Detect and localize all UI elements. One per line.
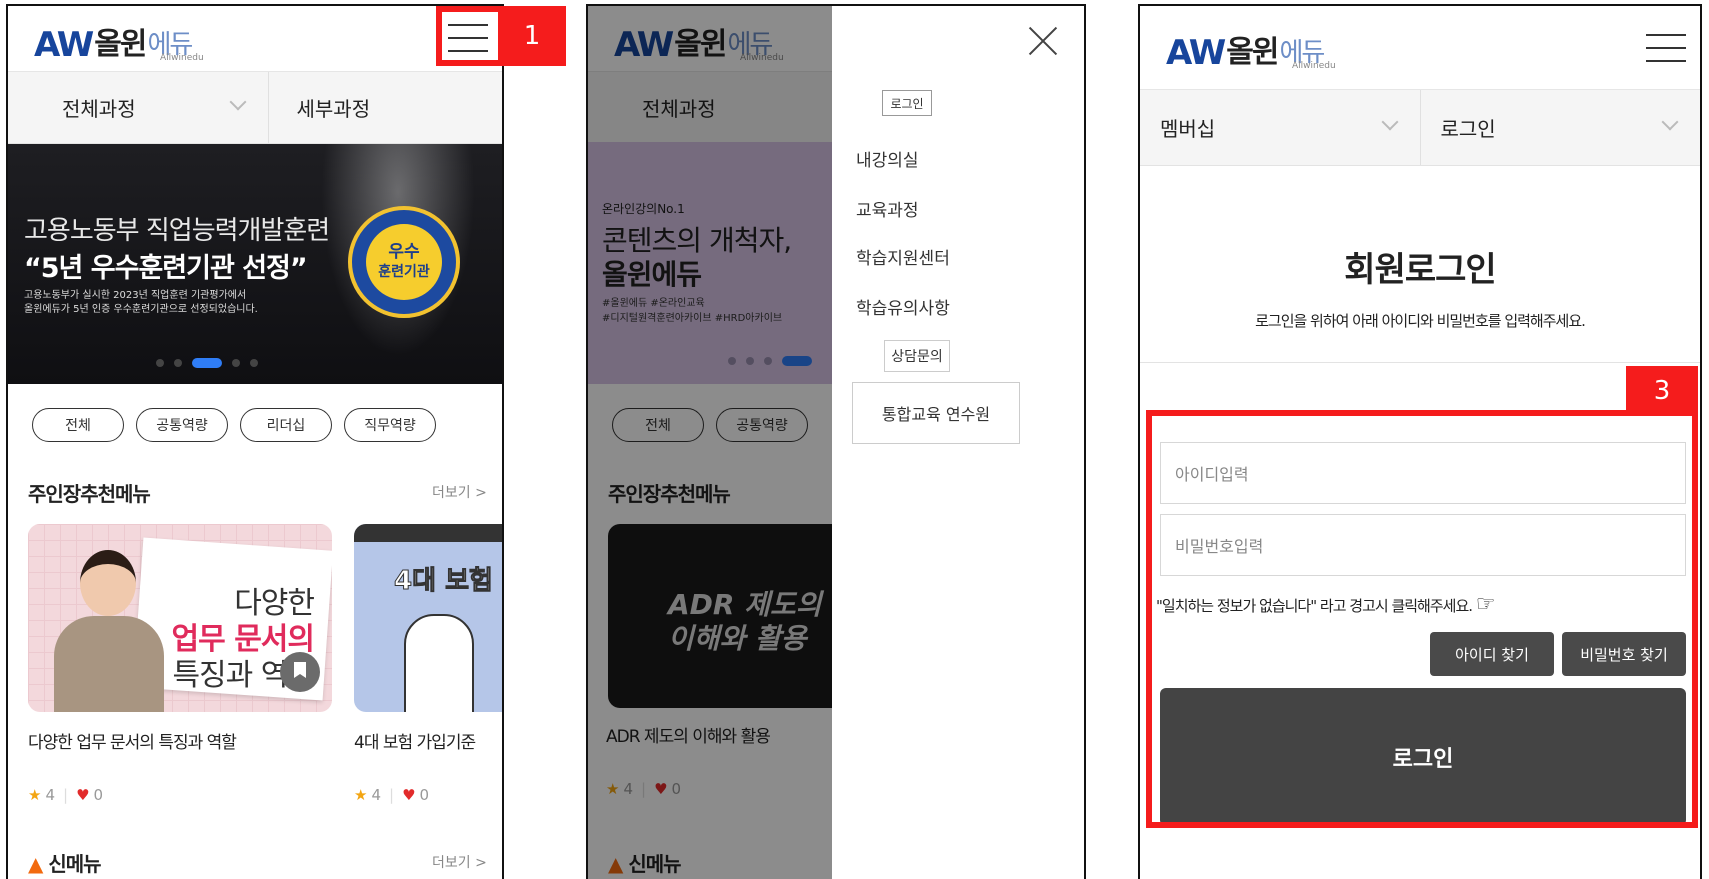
drawer-item-my-classroom[interactable]: 내강의실 <box>856 146 919 171</box>
phone-screen-menu-open: AW 올윈 에듀 Allwinedu 전체과정 온라인강의No.1 콘텐츠의 개… <box>586 4 1086 879</box>
select-detail-courses-label: 세부과정 <box>296 97 371 121</box>
heart-count: 0 <box>93 786 104 804</box>
highlight-frame-3 <box>1146 410 1698 828</box>
logo[interactable]: AW 올윈 에듀 Allwinedu <box>34 22 204 65</box>
more-link-2[interactable]: 더보기 > <box>432 852 487 872</box>
select-all-courses[interactable]: 전체과정 <box>8 72 269 143</box>
award-badge-icon: 우수 훈련기관 <box>348 206 460 318</box>
select-membership[interactable]: 멤버십 <box>1140 90 1421 165</box>
drawer-item-courses[interactable]: 교육과정 <box>856 196 919 221</box>
hamburger-menu-icon[interactable] <box>1646 34 1686 68</box>
drawer-item-support[interactable]: 학습지원센터 <box>856 244 950 269</box>
select-detail-courses[interactable]: 세부과정 <box>269 72 503 143</box>
step-marker-3: 3 <box>1626 366 1698 416</box>
star-icon: ★ <box>354 786 368 804</box>
promo-banner[interactable]: 고용노동부 직업능력개발훈련 “5년 우수훈련기관 선정” 고용노동부가 실시한… <box>8 144 502 384</box>
select-login-label: 로그인 <box>1440 117 1496 141</box>
logo-sub: Allwinedu <box>1292 61 1336 71</box>
star-count: 4 <box>371 786 381 804</box>
chevron-down-icon <box>229 93 246 111</box>
drawer-login-button[interactable]: 로그인 <box>882 90 932 116</box>
category-select-bar: 멤버십 로그인 <box>1140 90 1700 166</box>
select-membership-label: 멤버십 <box>1160 117 1216 141</box>
logo[interactable]: AW 올윈 에듀 Allwinedu <box>1166 30 1336 73</box>
star-icon: ★ <box>28 786 42 804</box>
logo-sub: Allwinedu <box>160 53 204 63</box>
drawer-item-notes[interactable]: 학습유의사항 <box>856 294 950 319</box>
header: AW 올윈 에듀 Allwinedu <box>1140 6 1700 90</box>
heart-count: 0 <box>419 786 430 804</box>
bookmark-icon[interactable] <box>280 652 320 692</box>
person-illustration <box>404 614 474 712</box>
header: AW 올윈 에듀 Allwinedu <box>8 6 502 72</box>
pill-common[interactable]: 공통역량 <box>136 408 228 442</box>
chevron-down-icon <box>1381 113 1398 131</box>
side-drawer: 로그인 내강의실 교육과정 학습지원센터 학습유의사항 상담문의 통합교육 연수… <box>832 6 1084 879</box>
step-marker-1: 1 <box>498 6 566 66</box>
course-card-thumbnail-2[interactable]: 4대 보험 <box>354 524 502 712</box>
banner-line1: 고용노동부 직업능력개발훈련 <box>24 216 330 246</box>
category-select-bar: 전체과정 세부과정 <box>8 72 502 144</box>
logo-korean: 올윈 <box>1226 35 1279 70</box>
page-title: 회원로그인 <box>1344 250 1496 290</box>
pill-leadership[interactable]: 리더십 <box>240 408 332 442</box>
more-link[interactable]: 더보기 > <box>432 482 487 502</box>
divider <box>1140 362 1700 363</box>
card2-text: 4대 보험 <box>394 566 494 597</box>
select-login[interactable]: 로그인 <box>1421 90 1701 165</box>
integrated-training-button[interactable]: 통합교육 연수원 <box>852 382 1020 444</box>
chevron-down-icon <box>1661 113 1679 131</box>
pill-all[interactable]: 전체 <box>32 408 124 442</box>
banner-small-line2: 올윈에듀가 5년 인증 우수훈련기관으로 선정되었습니다. <box>24 304 258 315</box>
login-description: 로그인을 위하여 아래 아이디와 비밀번호를 입력해주세요. <box>1255 312 1586 330</box>
banner-small-text: 고용노동부가 실시한 2023년 직업훈련 기관평가에서 올윈에듀가 5년 인증… <box>24 289 258 317</box>
course-title-2[interactable]: 4대 보험 가입기준 <box>354 728 476 753</box>
consult-button[interactable]: 상담문의 <box>884 340 950 372</box>
section-title-recommend: 주인장추천메뉴 <box>28 482 151 506</box>
heart-icon[interactable]: ♥ <box>76 786 89 804</box>
phone-screen-home: AW 올윈 에듀 Allwinedu 전체과정 세부과정 고용노동부 직업능력개… <box>6 4 504 879</box>
drawer-overlay[interactable] <box>588 6 832 879</box>
banner-line2: “5년 우수훈련기관 선정” <box>24 253 308 284</box>
fire-icon: ▲ <box>28 852 43 876</box>
banner-small-line1: 고용노동부가 실시한 2023년 직업훈련 기관평가에서 <box>24 290 247 301</box>
select-all-courses-label: 전체과정 <box>62 97 136 121</box>
star-count: 4 <box>45 786 55 804</box>
course-card-thumbnail[interactable]: 다양한 업무 문서의 특징과 역할 <box>28 524 332 712</box>
section-title-new: ▲ 신메뉴 <box>28 848 102 877</box>
section-title-new-label: 신메뉴 <box>48 852 101 876</box>
pill-job[interactable]: 직무역량 <box>344 408 436 442</box>
logo-aw: AW <box>34 25 94 65</box>
heart-icon[interactable]: ♥ <box>402 786 415 804</box>
course-title[interactable]: 다양한 업무 문서의 특징과 역할 <box>28 728 237 753</box>
person-illustration <box>48 542 168 712</box>
badge-line2: 훈련기관 <box>378 264 430 280</box>
logo-aw: AW <box>1166 33 1226 73</box>
carousel-dots[interactable] <box>156 358 258 368</box>
rating-row-2: ★ 4 | ♥ 0 <box>354 786 430 804</box>
badge-line1: 우수 <box>388 242 420 262</box>
category-pills: 전체 공통역량 리더십 직무역량 <box>32 408 436 442</box>
logo-korean: 올윈 <box>94 27 147 62</box>
close-icon[interactable] <box>1028 26 1058 56</box>
rating-row: ★ 4 | ♥ 0 <box>28 786 104 804</box>
